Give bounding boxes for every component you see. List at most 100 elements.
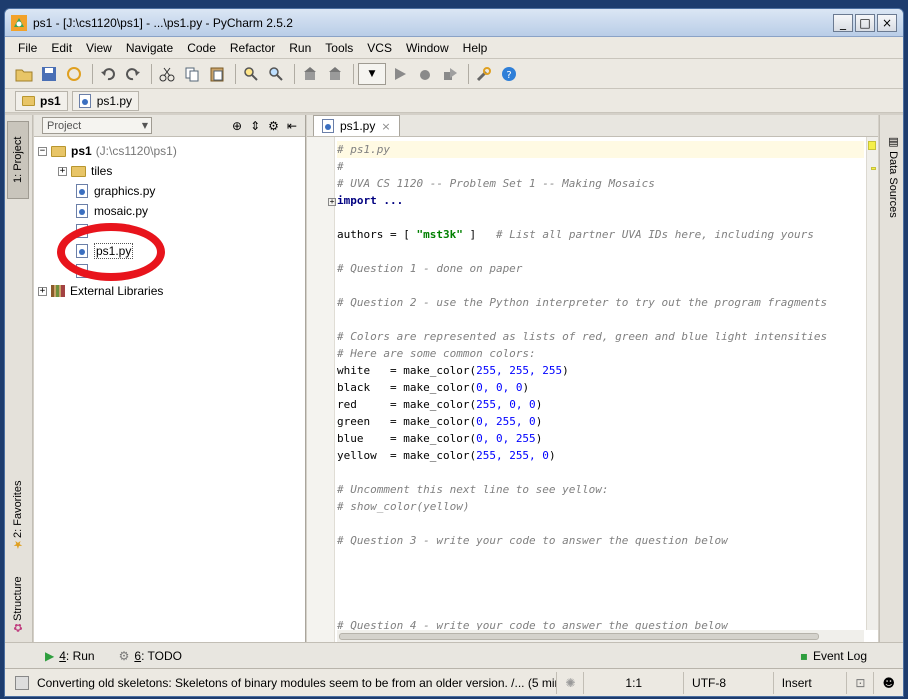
tree-item-label: graphics.py [94, 184, 156, 198]
toolbar-separator [468, 63, 469, 84]
breadcrumb-project-label: ps1 [40, 93, 61, 108]
gear-icon[interactable]: ⚙ [268, 119, 279, 133]
menu-refactor[interactable]: Refactor [223, 41, 282, 55]
save-icon[interactable] [38, 63, 60, 85]
forward-icon[interactable] [324, 63, 346, 85]
menu-vcs[interactable]: VCS [360, 41, 399, 55]
menu-tools[interactable]: Tools [318, 41, 360, 55]
back-icon[interactable] [299, 63, 321, 85]
event-log-button[interactable]: ▪ Event Log [800, 649, 867, 663]
help-icon[interactable]: ? [498, 63, 520, 85]
menu-view[interactable]: View [79, 41, 119, 55]
tree-external-libraries[interactable]: + External Libraries [34, 281, 305, 301]
project-view-select[interactable]: Project ▼ [42, 117, 152, 134]
maximize-button[interactable]: □ [855, 13, 875, 32]
tree-root[interactable]: − ps1 (J:\cs1120\ps1) [34, 141, 305, 161]
paste-icon[interactable] [206, 63, 228, 85]
code-line: # UVA CS 1120 -- Problem Set 1 -- Making… [337, 175, 864, 192]
folder-icon [51, 145, 66, 157]
warning-stripe[interactable] [871, 167, 876, 170]
menu-help[interactable]: Help [456, 41, 495, 55]
event-log-label: Event Log [812, 648, 867, 663]
lock-icon[interactable]: ⊡ [846, 671, 873, 694]
tab-project[interactable]: 1: Project [7, 121, 29, 199]
tab-data-sources[interactable]: ▤ Data Sources [887, 135, 900, 218]
todo-icon: ⚙ [118, 648, 130, 663]
close-tab-icon[interactable]: × [381, 120, 390, 133]
breadcrumb-project[interactable]: ps1 [15, 90, 68, 111]
run-config-dropdown[interactable]: ▼ [358, 62, 386, 85]
structure-icon: ✿ [11, 620, 25, 634]
minimize-button[interactable]: _ [833, 13, 853, 32]
hide-panel-icon[interactable]: ⇤ [287, 119, 297, 133]
code-lines[interactable]: # ps1.py # # UVA CS 1120 -- Problem Set … [328, 141, 864, 634]
cut-icon[interactable] [156, 63, 178, 85]
open-folder-icon[interactable] [13, 63, 35, 85]
code-line: green = make_color(0, 255, 0) [337, 413, 864, 430]
code-number: 255, 255, 255 [476, 364, 563, 377]
tab-favorites[interactable]: ★ 2: Favorites [7, 475, 29, 557]
insert-mode[interactable]: Insert [772, 671, 847, 694]
menu-code[interactable]: Code [180, 41, 223, 55]
tree-item-label: mosaic.py [94, 204, 149, 218]
copy-icon[interactable] [181, 63, 203, 85]
collapse-toggle-icon[interactable]: − [38, 146, 47, 156]
horizontal-scroll-thumb[interactable] [339, 633, 819, 640]
tree-item-tiles[interactable]: + tiles [34, 161, 305, 181]
expand-toggle-icon[interactable]: + [38, 286, 47, 296]
tree-external-label: External Libraries [70, 284, 164, 298]
settings-wrench-icon[interactable] [473, 63, 495, 85]
code-comment: # Uncomment this next line to see yellow… [337, 483, 609, 496]
file-encoding[interactable]: UTF-8 [683, 671, 773, 694]
horizontal-scrollbar[interactable] [337, 630, 864, 642]
cursor-position[interactable]: 1:1 [583, 671, 683, 694]
code-comment: # [337, 160, 344, 173]
status-message[interactable]: Converting old skeletons: Skeletons of b… [37, 676, 556, 690]
menu-window[interactable]: Window [399, 41, 456, 55]
run-toolwindow-button[interactable]: ▶ 4: Run [45, 649, 95, 663]
code-area[interactable]: # ps1.py # # UVA CS 1120 -- Problem Set … [307, 137, 878, 642]
code-line: black = make_color(0, 0, 0) [337, 379, 864, 396]
tab-structure[interactable]: ✿ Structure [7, 570, 29, 640]
project-panel-header: Project ▼ ⊕ ⇕ ⚙ ⇤ [34, 115, 305, 137]
menu-run[interactable]: Run [282, 41, 318, 55]
code-comment: # UVA CS 1120 -- Problem Set 1 -- Making… [337, 177, 655, 190]
run-coverage-icon[interactable] [439, 63, 461, 85]
replace-icon[interactable] [265, 63, 287, 85]
code-line: red = make_color(255, 0, 0) [337, 396, 864, 413]
inspector-icon[interactable]: ☻ [873, 671, 903, 694]
code-line: # [337, 158, 864, 175]
breadcrumb-file[interactable]: ps1.py [71, 90, 140, 111]
undo-icon[interactable] [97, 63, 119, 85]
expand-toggle-icon[interactable]: + [58, 166, 67, 176]
todo-toolwindow-button[interactable]: ⚙ 6: TODO [119, 649, 182, 663]
tree-item-label: tiles [91, 164, 113, 178]
folder-icon [71, 165, 86, 177]
tree-item-mosaic[interactable]: mosaic.py [34, 201, 305, 221]
fold-expand-icon[interactable]: + [328, 198, 336, 206]
redo-icon[interactable] [122, 63, 144, 85]
python-file-icon [322, 119, 334, 133]
status-toggle-icon[interactable] [15, 675, 29, 690]
code-comment: # Question 1 - done on paper [337, 262, 523, 275]
editor-tab-ps1[interactable]: ps1.py × [313, 115, 400, 136]
find-icon[interactable] [240, 63, 262, 85]
collapse-all-icon[interactable]: ⇕ [250, 119, 260, 133]
menu-edit[interactable]: Edit [44, 41, 79, 55]
run-toolwindow-number: 4 [59, 648, 66, 663]
progress-spinner-icon: ✺ [556, 671, 583, 694]
debug-icon[interactable] [414, 63, 436, 85]
sync-icon[interactable] [63, 63, 85, 85]
close-button[interactable]: × [877, 13, 897, 32]
tree-item-graphics[interactable]: graphics.py [34, 181, 305, 201]
vertical-scrollbar[interactable] [866, 137, 878, 630]
run-icon[interactable] [389, 63, 411, 85]
main-area: 1: Project ★ 2: Favorites ✿ Structure Pr… [5, 115, 903, 642]
menu-navigate[interactable]: Navigate [119, 41, 180, 55]
scroll-from-source-icon[interactable]: ⊕ [232, 119, 242, 133]
warning-marker-icon[interactable] [868, 141, 876, 150]
code-text: authors = [ [337, 228, 417, 241]
menu-file[interactable]: File [11, 41, 44, 55]
run-icon: ▶ [45, 648, 55, 663]
